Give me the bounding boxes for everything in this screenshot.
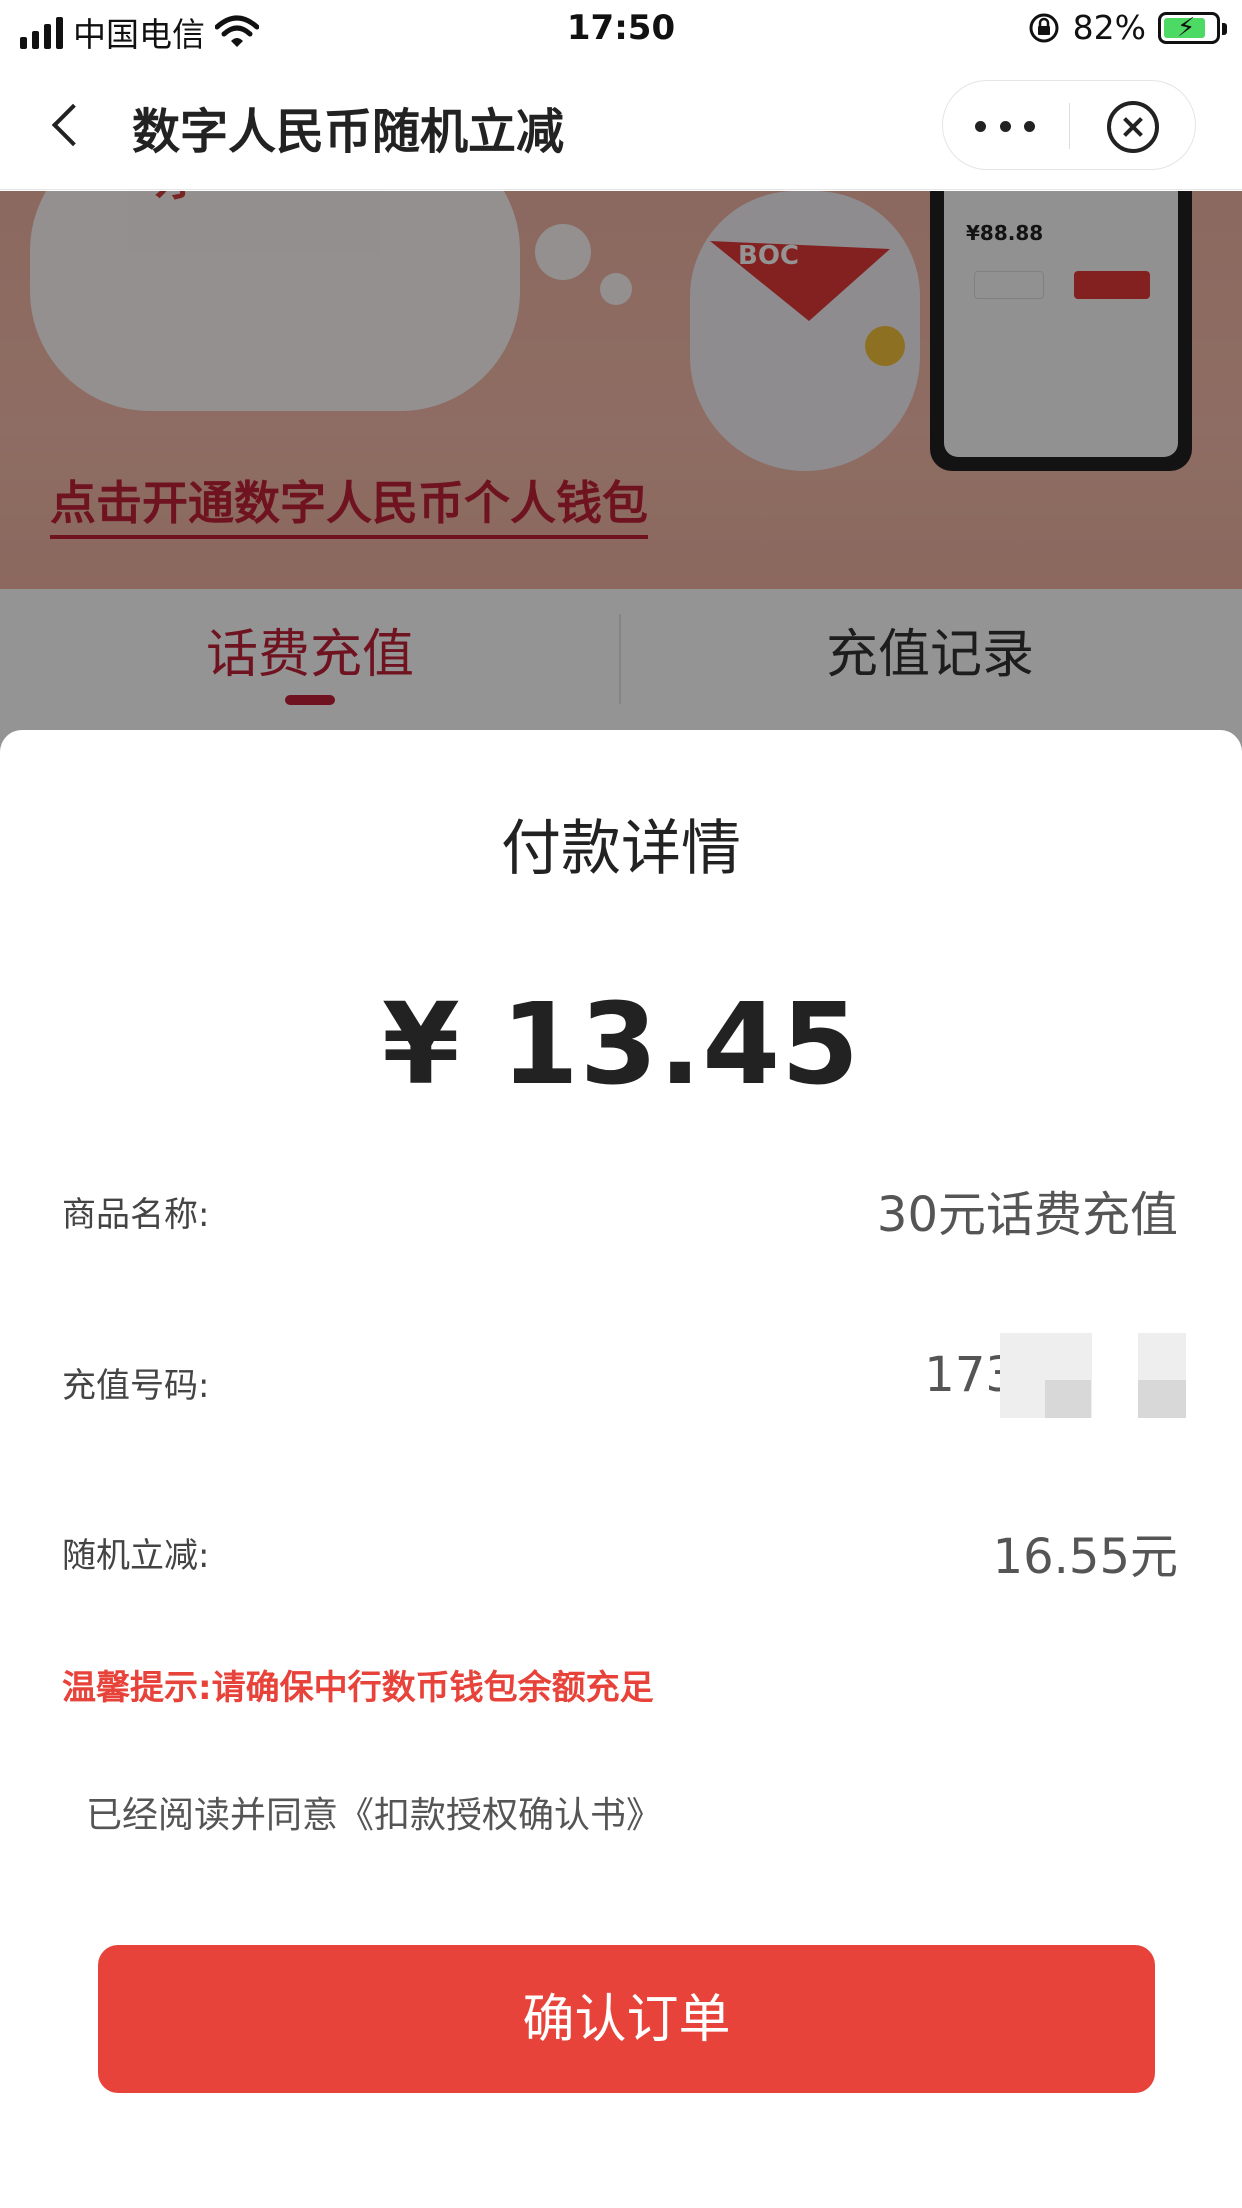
rotation-lock-icon: [1029, 13, 1059, 42]
battery-icon: ⚡: [1158, 11, 1227, 44]
random-discount-label: 随机立减:: [62, 1536, 210, 1576]
status-right: 82% ⚡: [1027, 8, 1227, 47]
charging-bolt-icon: ⚡: [1177, 12, 1196, 43]
page-title: 数字人民币随机立减: [132, 104, 565, 160]
payment-amount: ¥ 13.45: [381, 980, 861, 1110]
product-name-label: 商品名称:: [62, 1195, 210, 1235]
random-discount-value: 16.55元: [992, 1529, 1178, 1585]
status-bar: 中国电信 17:50 82% ⚡: [0, 0, 1242, 62]
agreement-text[interactable]: 已经阅读并同意《扣款授权确认书》: [86, 1786, 662, 1838]
back-arrow-icon[interactable]: [51, 103, 95, 147]
close-icon[interactable]: [1107, 101, 1159, 153]
modal-overlay[interactable]: [0, 191, 1242, 791]
battery-percentage: 82%: [1072, 8, 1146, 47]
confirm-order-button[interactable]: 确认订单: [98, 1945, 1155, 2093]
recharge-number-label: 充值号码:: [62, 1366, 210, 1406]
payment-details-sheet: 付款详情 ¥ 13.45 商品名称: 30元话费充值 充值号码: 17318 随…: [0, 730, 1242, 2208]
more-options-icon[interactable]: [975, 81, 1035, 171]
miniprogram-capsule: [942, 80, 1196, 170]
sheet-title: 付款详情: [501, 814, 741, 884]
nav-bar: 数字人民币随机立减: [0, 62, 1242, 190]
product-name-value: 30元话费充值: [876, 1187, 1178, 1243]
balance-tip: 温馨提示:请确保中行数币钱包余额充足: [62, 1668, 654, 1708]
